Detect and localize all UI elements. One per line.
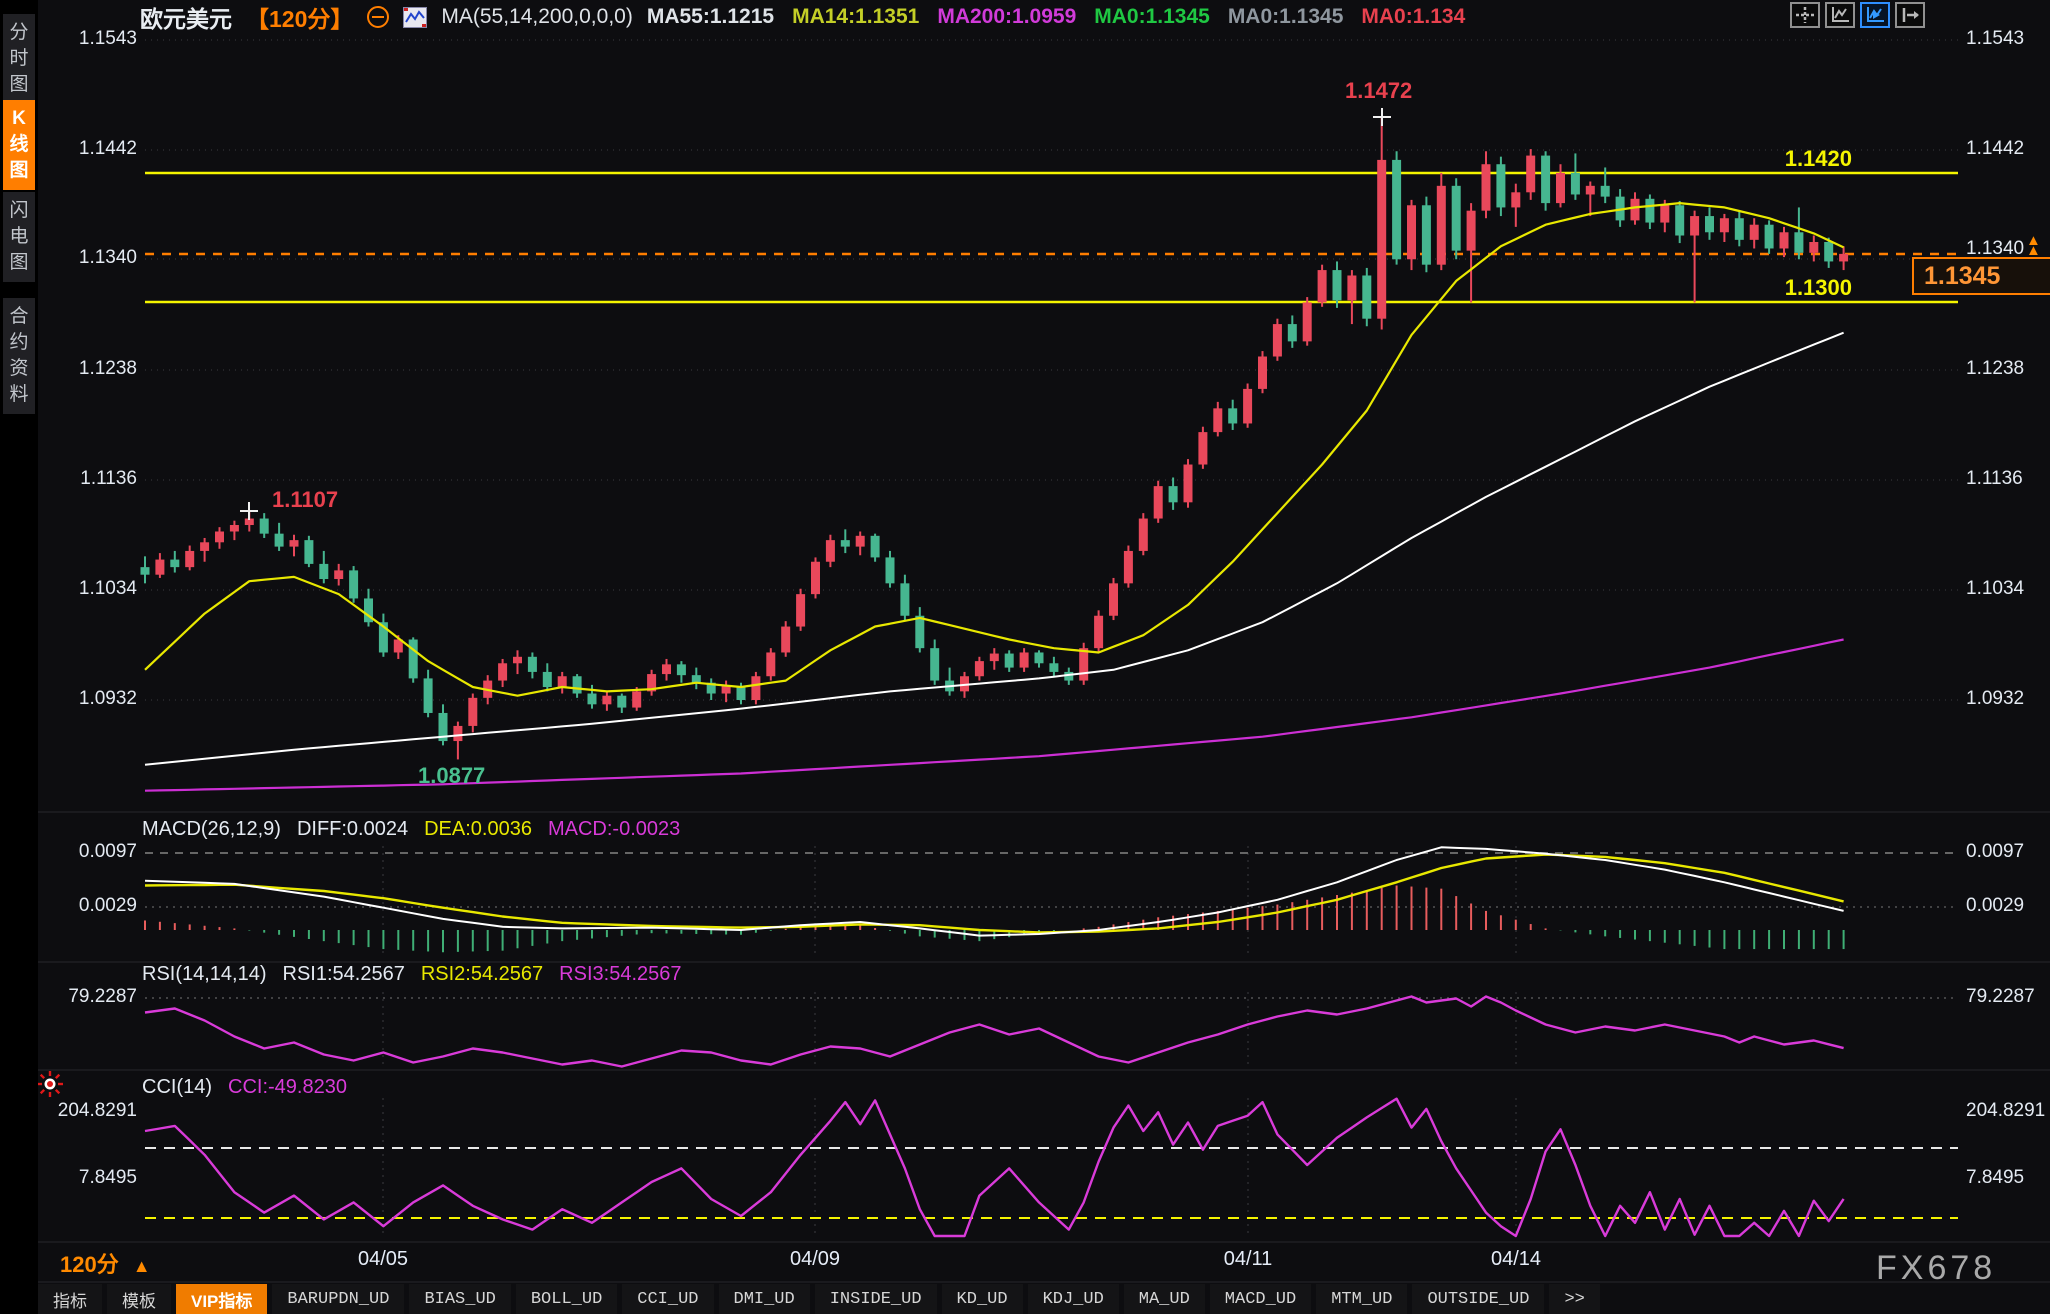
ma-value-3: MA0:1.1345: [1094, 5, 1210, 29]
indicator-tab-5[interactable]: BOLL_UD: [516, 1284, 617, 1314]
indicator-tab-bar: 指标模板VIP指标BARUPDN_UDBIAS_UDBOLL_UDCCI_UDD…: [38, 1284, 2050, 1314]
indicator-tab-13[interactable]: MTM_UD: [1316, 1284, 1407, 1314]
x-axis-date: 04/05: [358, 1248, 408, 1271]
axis-label-right: 1.1238: [1966, 358, 2024, 380]
axis-label-right: 1.1136: [1966, 468, 2023, 490]
rsi3-value: RSI3:54.2567: [559, 963, 681, 986]
price-up-arrows-icon: ▲▲: [2026, 236, 2041, 256]
macd-label-row: MACD(26,12,9) DIFF:0.0024 DEA:0.0036 MAC…: [142, 818, 680, 841]
macd-hist-value: MACD:-0.0023: [548, 818, 680, 841]
indicator-tab-8[interactable]: INSIDE_UD: [815, 1284, 937, 1314]
axis-chart-icon[interactable]: [1825, 2, 1855, 28]
x-axis-date: 04/14: [1491, 1248, 1541, 1271]
last-price-box: 1.1345: [1912, 257, 2050, 295]
level-label-1: 1.1300: [1762, 275, 1852, 301]
chart-toolbar: [1790, 2, 1925, 28]
indicator-tab-11[interactable]: MA_UD: [1124, 1284, 1205, 1314]
period-tag: 【120分】: [246, 0, 353, 34]
axis-label-right: 204.8291: [1966, 1100, 2045, 1122]
alert-blinker-icon: [36, 1070, 64, 1103]
cci-label-row: CCI(14) CCI:-49.8230: [142, 1076, 347, 1099]
indicator-tab-12[interactable]: MACD_UD: [1210, 1284, 1311, 1314]
sidebar-item-2[interactable]: 闪电图: [3, 192, 35, 282]
rsi-label-row: RSI(14,14,14) RSI1:54.2567 RSI2:54.2567 …: [142, 963, 682, 986]
axis-label-right: 79.2287: [1966, 986, 2035, 1008]
indicator-tab-2[interactable]: VIP指标: [176, 1284, 267, 1314]
indicator-tab-3[interactable]: BARUPDN_UD: [272, 1284, 404, 1314]
macd-diff-value: DIFF:0.0024: [297, 818, 408, 841]
indicator-tab-0[interactable]: 指标: [38, 1284, 102, 1314]
ma-value-2: MA200:1.0959: [937, 5, 1076, 29]
price-annotation-1: 1.1107: [272, 487, 338, 513]
ma-values-row: MA55:1.1215 MA14:1.1351 MA200:1.0959 MA0:1.…: [647, 5, 1465, 29]
indicator-tab-10[interactable]: KDJ_UD: [1028, 1284, 1119, 1314]
price-annotation-0: 1.1472: [1345, 78, 1412, 104]
ma-value-0: MA55:1.1215: [647, 5, 774, 29]
cci-title: CCI(14): [142, 1076, 212, 1099]
indicator-tab-4[interactable]: BIAS_UD: [409, 1284, 510, 1314]
axis-label-right: 0.0029: [1966, 895, 2024, 917]
x-axis-date: 04/09: [790, 1248, 840, 1271]
sidebar-item-0[interactable]: 分时图: [3, 14, 35, 104]
period-arrow-icon: ▲: [133, 1256, 151, 1276]
indicator-tab-7[interactable]: DMI_UD: [719, 1284, 810, 1314]
rsi-title: RSI(14,14,14): [142, 963, 267, 986]
macd-dea-value: DEA:0.0036: [424, 818, 532, 841]
macd-title: MACD(26,12,9): [142, 818, 281, 841]
indicator-tab-1[interactable]: 模板: [107, 1284, 171, 1314]
sidebar-item-1[interactable]: K线图: [3, 100, 35, 190]
sidebar-item-3[interactable]: 合约资料: [3, 298, 35, 414]
period-selector[interactable]: 120分▲: [60, 1247, 151, 1279]
trading-app-window: { "header": { "symbol": "欧元美元", "period_…: [0, 0, 2050, 1314]
axis-play-icon[interactable]: [1860, 2, 1890, 28]
axis-label-right: 1.1442: [1966, 138, 2024, 160]
ma-value-5: MA0:1.134: [1361, 5, 1465, 29]
level-label-0: 1.1420: [1762, 146, 1852, 172]
chart-header: 欧元美元【120分】 MA(55,14,200,0,0,0) MA55:1.12…: [140, 2, 1465, 32]
watermark: FX678: [1876, 1249, 1996, 1288]
indicator-tab-6[interactable]: CCI_UD: [622, 1284, 713, 1314]
symbol-title: 欧元美元: [140, 0, 232, 34]
indicator-tab-14[interactable]: OUTSIDE_UD: [1412, 1284, 1544, 1314]
indicator-tab-9[interactable]: KD_UD: [942, 1284, 1023, 1314]
chart-canvas[interactable]: [0, 0, 2050, 1314]
axis-label-right: 1.1034: [1966, 578, 2024, 600]
circle-expand-icon[interactable]: [367, 6, 389, 28]
crosshair-move-icon[interactable]: [1790, 2, 1820, 28]
exit-pane-icon[interactable]: [1895, 2, 1925, 28]
ma-value-4: MA0:1.1345: [1228, 5, 1344, 29]
mini-chart-icon: [403, 7, 427, 28]
tabs-scroll-more-button[interactable]: >>: [1549, 1284, 1599, 1314]
ma-params-label: MA(55,14,200,0,0,0): [441, 5, 632, 29]
left-sidebar: 分时图K线图闪电图合约资料: [0, 0, 38, 1314]
axis-label-right: 0.0097: [1966, 841, 2024, 863]
rsi2-value: RSI2:54.2567: [421, 963, 543, 986]
cci-value: CCI:-49.8230: [228, 1076, 347, 1099]
price-annotation-2: 1.0877: [418, 763, 485, 789]
ma-value-1: MA14:1.1351: [792, 5, 919, 29]
axis-label-right: 7.8495: [1966, 1167, 2024, 1189]
axis-label-right: 1.1543: [1966, 28, 2024, 50]
rsi1-value: RSI1:54.2567: [283, 963, 405, 986]
axis-label-right: 1.0932: [1966, 688, 2024, 710]
x-axis-date: 04/11: [1224, 1248, 1273, 1271]
